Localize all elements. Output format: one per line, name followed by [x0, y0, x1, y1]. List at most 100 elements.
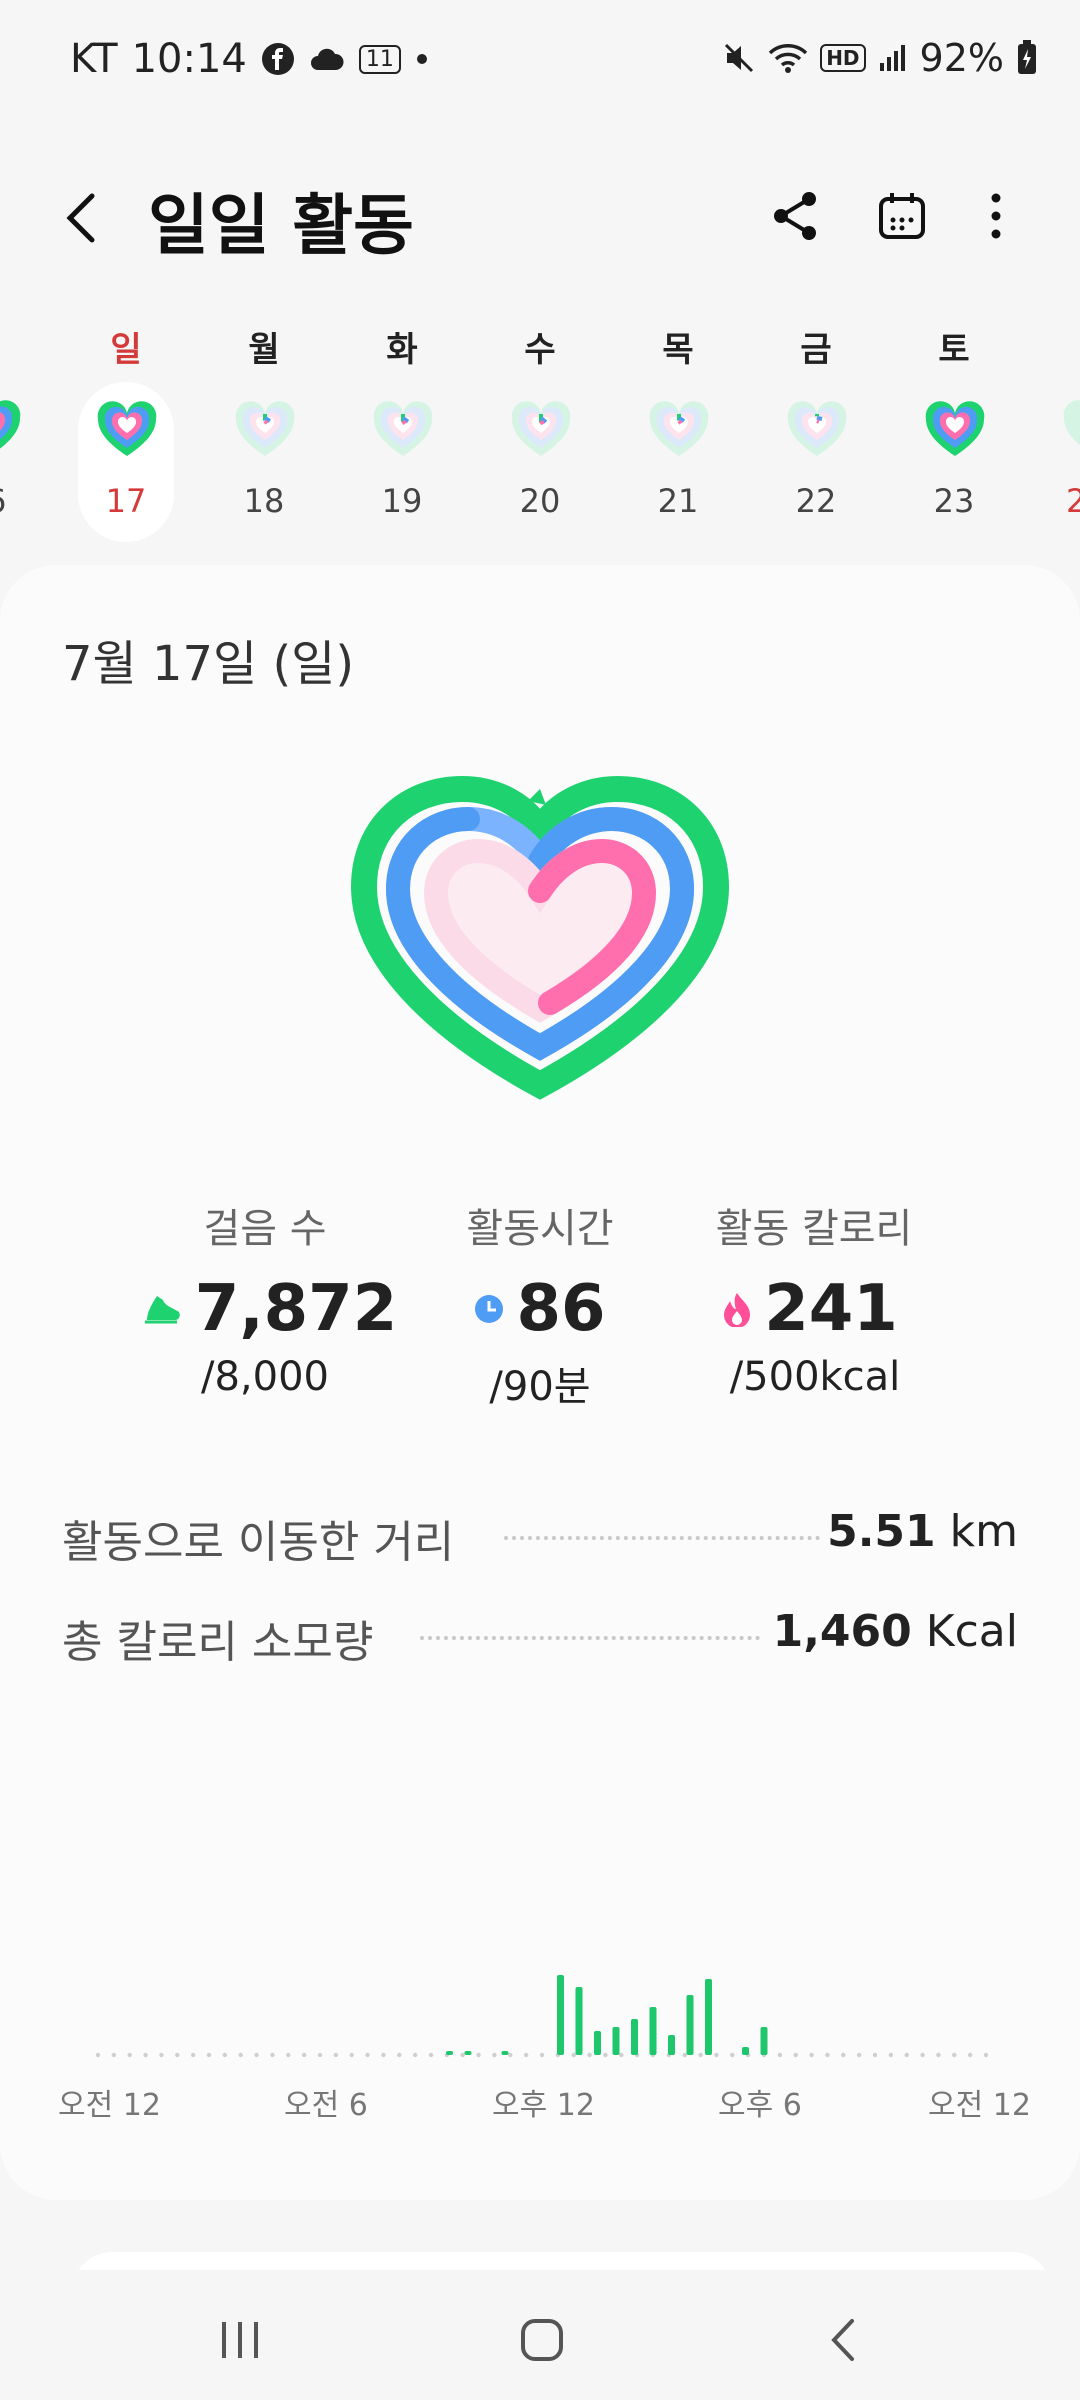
- steps-goal: /8,000: [201, 1354, 329, 1400]
- day-date: 20: [519, 482, 561, 520]
- chart-baseline-dot: [825, 2052, 830, 2058]
- day-cell[interactable]: 20: [492, 382, 588, 542]
- day-cell[interactable]: 19: [354, 382, 450, 542]
- active-time-value-row[interactable]: 86: [390, 1264, 690, 1354]
- share-button[interactable]: [756, 176, 836, 256]
- day-heart-icon: [649, 401, 709, 456]
- day-date: 21: [657, 482, 699, 520]
- cloud-icon: [309, 46, 345, 72]
- mute-icon: [722, 41, 756, 75]
- day-cell[interactable]: 23: [906, 382, 1002, 542]
- wifi-icon: [768, 41, 808, 75]
- chart-baseline-dot: [254, 2052, 259, 2058]
- next-day-heart-icon[interactable]: [1062, 400, 1080, 462]
- day-date: 23: [933, 482, 975, 520]
- steps-value: 7,872: [194, 1272, 398, 1346]
- day-cell[interactable]: 18: [216, 382, 312, 542]
- chart-bar: [686, 1995, 694, 2055]
- weekday-label: 월: [248, 330, 280, 370]
- page-title: 일일 활동: [148, 187, 414, 264]
- day-heart-icon: [511, 401, 571, 456]
- active-time-goal: /90분: [489, 1364, 591, 1410]
- weekday-label: 일: [110, 330, 142, 370]
- steps-value-row[interactable]: 7,872: [120, 1264, 420, 1354]
- chart-bar: [557, 1975, 564, 2055]
- battery-charging-icon: [1016, 40, 1038, 76]
- calendar-button[interactable]: [862, 176, 942, 256]
- day-cell[interactable]: 21: [630, 382, 726, 542]
- chart-baseline-dot: [539, 2052, 545, 2058]
- chart-baseline-dot: [872, 2052, 878, 2058]
- chart-baseline-dot: [460, 2052, 465, 2058]
- chart-baseline-dot: [983, 2052, 989, 2058]
- signal-icon: [878, 43, 908, 73]
- next-day-date: 2: [1066, 482, 1080, 520]
- day-date: 22: [795, 482, 837, 520]
- calories-goal: /500kcal: [729, 1354, 901, 1400]
- x-tick-3: 오후 6: [718, 2088, 802, 2123]
- chart-baseline-dot: [476, 2052, 481, 2058]
- chevron-left-icon: [66, 193, 95, 243]
- chart-baseline-dot: [793, 2052, 798, 2058]
- day-date: 19: [381, 482, 423, 520]
- hd-voice-icon: HD: [820, 44, 866, 72]
- chart-baseline-dot: [619, 2052, 624, 2058]
- back-button[interactable]: [52, 176, 118, 256]
- more-options-button[interactable]: [956, 176, 1036, 256]
- chart-baseline-dot: [730, 2052, 735, 2058]
- total-calories-unit: Kcal: [925, 1606, 1018, 1657]
- chart-baseline-dot: [238, 2052, 243, 2058]
- chart-baseline-dot: [920, 2052, 925, 2058]
- chart-bar: [446, 2051, 453, 2055]
- calories-label: 활동 칼로리: [715, 1206, 913, 1252]
- day-cell[interactable]: 22: [768, 382, 864, 542]
- system-back-button[interactable]: [784, 2300, 904, 2380]
- calories-value-row[interactable]: 241: [660, 1264, 960, 1354]
- chart-baseline-dot: [777, 2052, 783, 2058]
- chart-bar: [668, 2035, 675, 2055]
- chart-baseline-dot: [301, 2052, 307, 2058]
- chart-baseline-dot: [333, 2052, 339, 2058]
- shoe-icon: [144, 1296, 180, 1324]
- home-button[interactable]: [482, 2300, 602, 2380]
- day-heart-icon: [925, 401, 985, 456]
- recent-apps-button[interactable]: [180, 2300, 300, 2380]
- chart-baseline-dot: [888, 2052, 894, 2058]
- chart-bar: [760, 2027, 768, 2055]
- day-cell[interactable]: 17: [78, 382, 174, 542]
- weekday-label: 목: [662, 330, 694, 370]
- chart-baseline-dot: [412, 2052, 418, 2058]
- battery-percent: 92%: [919, 36, 1004, 80]
- chart-baseline-dot: [111, 2052, 117, 2058]
- chart-baseline-dot: [952, 2052, 957, 2058]
- steps-label: 걸음 수: [203, 1206, 327, 1252]
- date-title: 7월 17일 (일): [62, 636, 355, 692]
- chart-baseline-dot: [349, 2052, 354, 2058]
- day-heart-icon: [787, 401, 847, 456]
- chart-bar: [594, 2031, 601, 2055]
- prev-day-heart-icon[interactable]: [0, 400, 22, 462]
- chart-baseline-dot: [428, 2052, 434, 2058]
- chart-baseline-dot: [381, 2052, 386, 2058]
- recent-apps-icon: [222, 2322, 258, 2358]
- chart-bar: [501, 2051, 509, 2055]
- chart-bar: [612, 2027, 620, 2055]
- clock: 10:14: [131, 36, 247, 82]
- more-icon: [991, 193, 1001, 239]
- clock-icon: [475, 1295, 504, 1323]
- chart-baseline-dot: [365, 2052, 370, 2058]
- day-heart-icon: [97, 401, 157, 456]
- flame-icon: [724, 1293, 751, 1327]
- chart-baseline-dot: [523, 2052, 529, 2058]
- chart-baseline-dot: [397, 2052, 402, 2058]
- distance-number: 5.51: [827, 1506, 936, 1557]
- chart-bar: [742, 2047, 749, 2055]
- chart-baseline-dot: [714, 2052, 719, 2058]
- chart-baseline-dot: [508, 2052, 513, 2058]
- back-icon: [831, 2319, 854, 2361]
- chart-baseline-dot: [190, 2052, 196, 2058]
- chart-bar: [705, 1979, 712, 2055]
- distance-leader-dots: [504, 1536, 820, 1540]
- chart-baseline-dot: [841, 2052, 846, 2058]
- total-calories-leader-dots: [420, 1636, 760, 1640]
